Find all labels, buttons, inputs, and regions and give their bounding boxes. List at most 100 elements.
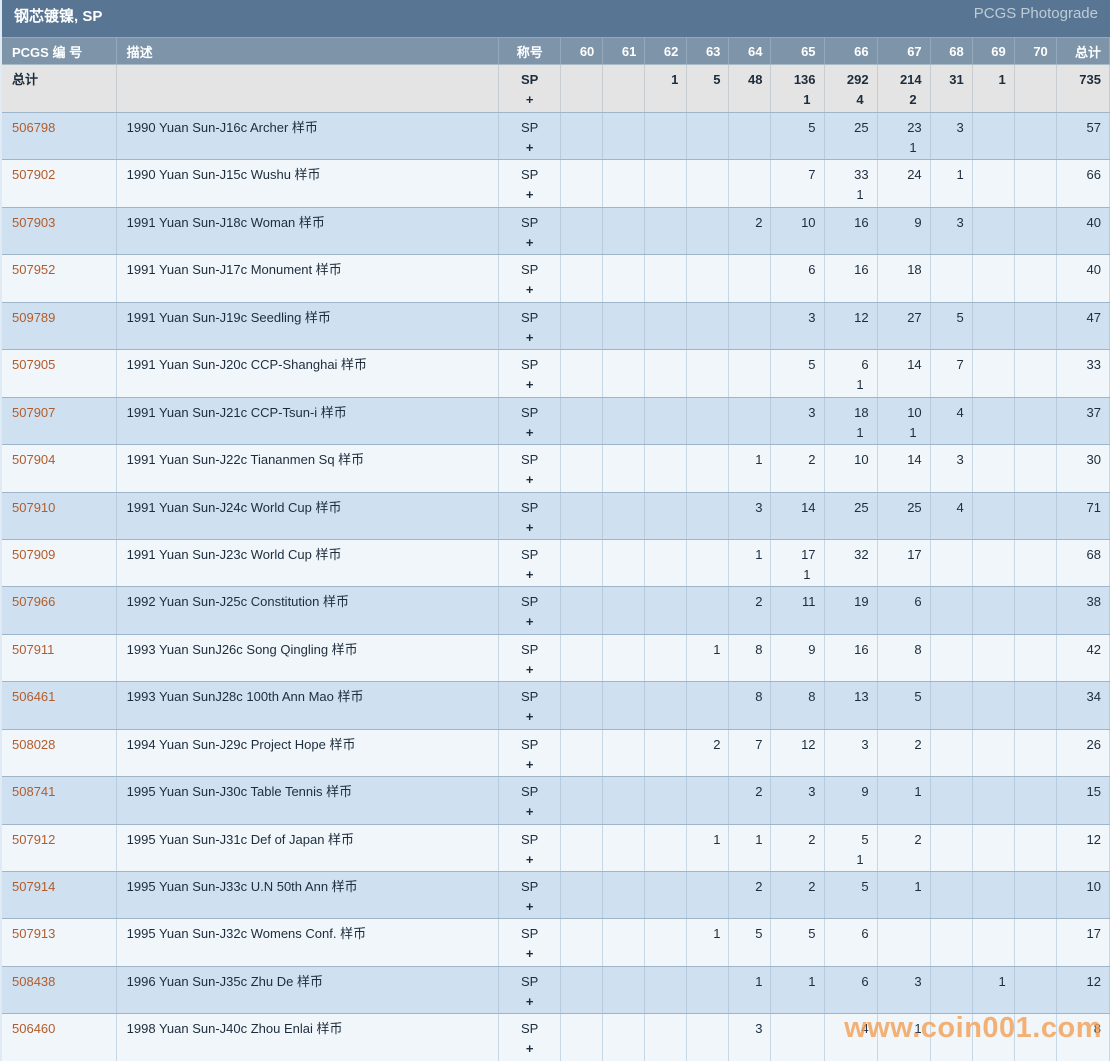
pcgs-id-link[interactable]: 507911 <box>2 642 115 658</box>
grade-69-cell <box>972 254 1015 303</box>
grade-value: 4 <box>861 1021 869 1037</box>
grade-value-empty <box>973 642 1014 658</box>
grade-67-cell: 5 <box>877 681 931 730</box>
pcgs-id-link[interactable]: 507905 <box>2 357 115 373</box>
grade-66-cell: 10 <box>824 444 878 493</box>
table-row: 507966 1992 Yuan Sun-J25c Constitution 样币… <box>2 586 1110 635</box>
grade-60-cell <box>560 634 604 683</box>
designation-plus: + <box>525 187 534 203</box>
grade-value: 19 <box>854 594 869 610</box>
pcgs-id-link[interactable]: 507902 <box>2 167 115 183</box>
row-total-cell: 12 <box>1056 966 1110 1015</box>
pcgs-id-link[interactable]: 507966 <box>2 594 115 610</box>
pcgs-id-link[interactable]: 507910 <box>2 500 115 516</box>
pcgs-id-link[interactable]: 507907 <box>2 405 115 421</box>
coin-description: 1993 Yuan SunJ28c 100th Ann Mao 样币 <box>126 689 364 705</box>
grade-value-empty <box>931 737 972 753</box>
grade-68-cell <box>930 1013 973 1061</box>
grade-70-cell <box>1014 64 1057 113</box>
pcgs-id-link[interactable]: 507909 <box>2 547 115 563</box>
grade-value: 8 <box>755 641 763 657</box>
grade-value-empty <box>687 120 728 136</box>
pcgs-id-link[interactable]: 508028 <box>2 737 115 753</box>
grade-62-cell <box>644 729 688 778</box>
pcgs-id-link[interactable]: 506798 <box>2 120 115 136</box>
grade-value-empty <box>561 405 602 421</box>
grade-62-cell <box>644 397 688 446</box>
grade-67-cell: 27 <box>877 302 931 351</box>
grade-value: 1 <box>755 452 763 468</box>
grade-value-empty <box>603 974 644 990</box>
grade-value-empty <box>687 452 728 468</box>
pcgs-id-link[interactable]: 506460 <box>2 1021 115 1037</box>
grade-69-cell <box>972 207 1015 256</box>
pcgs-id-link[interactable]: 508438 <box>2 974 115 990</box>
grade-61-cell <box>602 159 646 208</box>
grade-63-cell <box>686 159 730 208</box>
description-cell: 1990 Yuan Sun-J16c Archer 样币 <box>116 112 500 161</box>
grade-64-cell <box>728 397 772 446</box>
grade-value-empty <box>645 1021 686 1037</box>
grade-64-cell: 2 <box>728 776 772 825</box>
grade-66-cell: 32 <box>824 539 878 588</box>
grade-61-cell <box>602 444 646 493</box>
coin-description: 1995 Yuan Sun-J30c Table Tennis 样币 <box>126 784 353 800</box>
grade-68-cell: 31 <box>930 64 973 113</box>
grade-63-cell: 5 <box>686 64 730 113</box>
grade-value: 9 <box>808 641 816 657</box>
grade-value: 6 <box>861 357 869 373</box>
grade-62-cell <box>644 207 688 256</box>
population-report: 钢芯镀镍, SP PCGS Photograde PCGS 编 号描述 称号 60 6… <box>0 0 1110 1061</box>
pcgs-id-link[interactable]: 507904 <box>2 452 115 468</box>
grade-value-empty <box>603 832 644 848</box>
grade-value: 48 <box>748 72 763 87</box>
grade-value-empty <box>603 594 644 610</box>
pcgs-id-link[interactable]: 507903 <box>2 215 115 231</box>
grade-69-cell <box>972 302 1015 351</box>
designation-plus: + <box>525 377 534 393</box>
pcgs-id-link[interactable]: 507914 <box>2 879 115 895</box>
description-cell: 1995 Yuan Sun-J31c Def of Japan 样币 <box>116 824 500 873</box>
table-row: 507914 1995 Yuan Sun-J33c U.N 50th Ann 样币… <box>2 871 1110 920</box>
pcgs-id-link[interactable]: 509789 <box>2 310 115 326</box>
grade-61-cell <box>602 254 646 303</box>
grade-70-cell <box>1014 776 1057 825</box>
designation-plus: + <box>525 851 534 867</box>
grade-value-empty <box>931 689 972 705</box>
row-total-cell: 34 <box>1056 681 1110 730</box>
grade-value: 136 <box>793 72 816 87</box>
grade-value-empty <box>645 310 686 326</box>
pcgs-id-link[interactable]: 506461 <box>2 689 115 705</box>
grade-value: 2 <box>914 736 922 752</box>
grade-value-empty <box>561 357 602 373</box>
grade-65-cell: 5 <box>770 112 825 161</box>
description-cell: 1995 Yuan Sun-J33c U.N 50th Ann 样币 <box>116 871 500 920</box>
grade-value-empty <box>603 310 644 326</box>
grade-64-cell: 1 <box>728 539 772 588</box>
grade-value-empty <box>603 1021 644 1037</box>
grade-63-cell <box>686 586 730 635</box>
grade-value: 4 <box>956 404 964 420</box>
grade-value-empty <box>973 310 1014 326</box>
grade-value: 3 <box>861 736 869 752</box>
table-row: 508438 1996 Yuan Sun-J35c Zhu De 样币 SP +1 1 6… <box>2 966 1110 1015</box>
pcgs-id-link[interactable]: 507913 <box>2 926 115 942</box>
grade-69-cell <box>972 492 1015 540</box>
grade-value-empty <box>603 737 644 753</box>
grade-63-cell: 1 <box>686 824 730 873</box>
grade-value: 5 <box>808 357 816 373</box>
grade-value: 2 <box>914 831 922 847</box>
grade-65-cell: 14 <box>770 492 825 540</box>
grade-value-empty <box>645 262 686 278</box>
photograde-link[interactable]: PCGS Photograde <box>974 5 1098 22</box>
table-row: 509789 1991 Yuan Sun-J19c Seedling 样币 SP +3… <box>2 302 1110 351</box>
grade-62-cell <box>644 349 688 398</box>
grade-value-empty <box>973 547 1014 563</box>
pcgs-id-link[interactable]: 508741 <box>2 784 115 800</box>
grade-63-cell <box>686 776 730 825</box>
row-total: 8 <box>1093 1021 1101 1037</box>
grade-value-empty <box>1015 120 1056 136</box>
pcgs-id-link[interactable]: 507952 <box>2 262 115 278</box>
pcgs-id-link[interactable]: 507912 <box>2 832 115 848</box>
grade-65-cell: 136 1 <box>770 64 825 113</box>
